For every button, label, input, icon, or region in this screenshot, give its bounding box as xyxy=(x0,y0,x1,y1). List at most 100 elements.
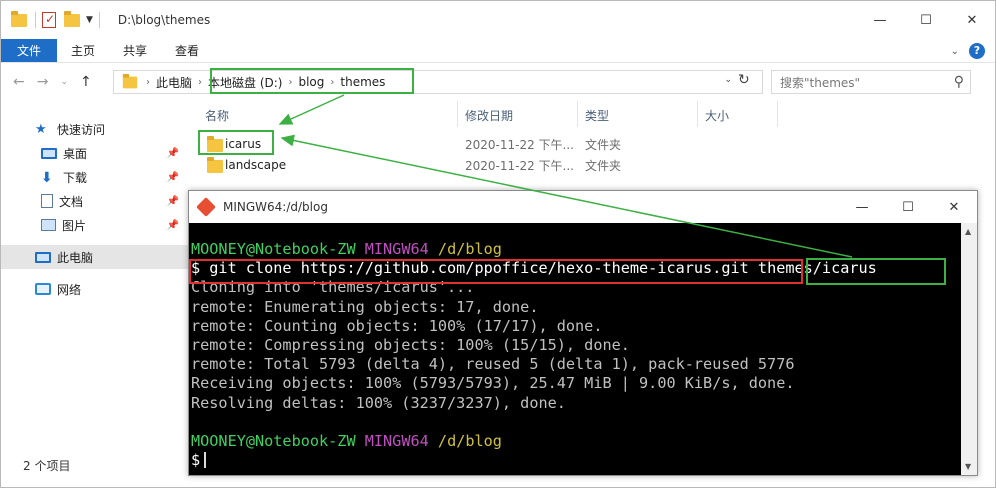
search-input[interactable]: 搜索"themes" ⚲ xyxy=(771,70,971,94)
column-divider[interactable] xyxy=(697,101,698,127)
properties-icon[interactable] xyxy=(42,12,56,28)
sidebar-item-this-pc[interactable]: 此电脑 xyxy=(1,245,191,269)
status-bar-text: 2 个项目 xyxy=(23,459,71,473)
sidebar-item-downloads[interactable]: ⬇ 下载 📌 xyxy=(1,165,191,189)
window-controls: — ☐ ✕ xyxy=(839,191,977,223)
folder-icon xyxy=(207,157,223,173)
sidebar-item-documents[interactable]: 文档 📌 xyxy=(1,189,191,213)
desktop-icon xyxy=(41,147,57,159)
prompt-env: MINGW64 xyxy=(364,432,429,451)
search-icon: ⚲ xyxy=(953,74,964,90)
sidebar-item-desktop[interactable]: 桌面 📌 xyxy=(1,141,191,165)
tab-view[interactable]: 查看 xyxy=(161,39,213,62)
column-divider[interactable] xyxy=(457,101,458,127)
column-header-date[interactable]: 修改日期 xyxy=(465,107,513,124)
ribbon-tabs: 文件 主页 共享 查看 ⌄ ? xyxy=(1,39,995,63)
star-icon: ★ xyxy=(35,122,47,137)
output-line: remote: Counting objects: 100% (17/17), … xyxy=(191,316,603,335)
annotation-box-clone-command xyxy=(189,259,803,284)
up-arrow-icon[interactable]: ↑ xyxy=(80,74,92,90)
new-folder-icon[interactable] xyxy=(64,10,80,27)
terminal-titlebar: MINGW64:/d/blog — ☐ ✕ xyxy=(189,191,977,223)
document-icon xyxy=(41,194,53,208)
column-divider[interactable] xyxy=(577,101,578,127)
pin-icon[interactable]: 📌 xyxy=(167,172,179,183)
column-divider[interactable] xyxy=(777,101,778,127)
pin-icon[interactable]: 📌 xyxy=(167,220,179,231)
file-type: 文件夹 xyxy=(585,137,622,152)
recent-locations-icon[interactable]: ⌄ xyxy=(60,77,68,87)
ribbon-right-controls: ⌄ ? xyxy=(951,43,985,59)
download-icon: ⬇ xyxy=(41,170,53,186)
sidebar-item-label: 图片 xyxy=(62,218,87,233)
terminal-title: MINGW64:/d/blog xyxy=(223,200,328,214)
breadcrumb-this-pc[interactable]: 此电脑 xyxy=(150,74,198,91)
divider xyxy=(35,12,36,28)
file-type: 文件夹 xyxy=(585,158,622,173)
prompt-env: MINGW64 xyxy=(364,240,429,258)
file-list-header: 名称 修改日期 类型 大小 xyxy=(197,99,987,129)
sidebar-item-network[interactable]: 网络 xyxy=(1,277,191,301)
output-line: Receiving objects: 100% (5793/5793), 25.… xyxy=(191,374,795,393)
annotation-box-clone-target xyxy=(806,258,946,285)
output-line: remote: Total 5793 (delta 4), reused 5 (… xyxy=(191,355,795,374)
file-name: landscape xyxy=(225,158,287,172)
annotation-box-icarus-folder xyxy=(198,130,274,155)
back-arrow-icon[interactable]: ← xyxy=(13,74,25,90)
window-title: D:\blog\themes xyxy=(117,13,211,27)
sidebar-item-label: 快速访问 xyxy=(57,122,106,137)
computer-icon xyxy=(35,251,51,263)
column-header-size[interactable]: 大小 xyxy=(705,107,729,124)
sidebar-item-label: 文档 xyxy=(59,194,84,209)
output-line: remote: Enumerating objects: 17, done. xyxy=(191,297,539,316)
minimize-button[interactable]: — xyxy=(857,1,903,39)
sidebar-item-pictures[interactable]: 图片 📌 xyxy=(1,213,191,237)
scroll-up-icon[interactable]: ▲ xyxy=(965,227,971,236)
file-date: 2020-11-22 下午... xyxy=(465,158,574,173)
prompt-user: MOONEY@Notebook-ZW xyxy=(191,432,356,451)
maximize-button[interactable]: ☐ xyxy=(885,191,931,223)
tab-file[interactable]: 文件 xyxy=(1,39,58,62)
tab-home[interactable]: 主页 xyxy=(57,39,109,62)
git-icon xyxy=(196,197,216,217)
chevron-down-icon[interactable]: ⌄ xyxy=(951,46,959,57)
pin-icon[interactable]: 📌 xyxy=(167,196,179,207)
text-cursor xyxy=(204,452,207,469)
minimize-button[interactable]: — xyxy=(839,191,885,223)
navigation-bar: ← → ⌄ ↑ › 此电脑 › 本地磁盘 (D:) › blog › theme… xyxy=(1,67,995,97)
help-icon[interactable]: ? xyxy=(969,43,985,59)
explorer-titlebar: ▼ D:\blog\themes — ☐ ✕ xyxy=(1,1,995,39)
folder-icon xyxy=(122,73,138,88)
search-placeholder: 搜索"themes" xyxy=(780,75,861,90)
window-controls: — ☐ ✕ xyxy=(857,1,995,39)
prompt-path: /d/blog xyxy=(437,240,502,258)
output-line: remote: Compressing objects: 100% (15/15… xyxy=(191,336,630,355)
close-button[interactable]: ✕ xyxy=(949,1,995,39)
prompt-user: MOONEY@Notebook-ZW xyxy=(191,240,356,258)
annotation-box-address xyxy=(210,68,414,94)
file-date: 2020-11-22 下午... xyxy=(465,137,574,152)
refresh-icon[interactable]: ↻ xyxy=(738,72,750,88)
prompt-path: /d/blog xyxy=(437,432,502,451)
tab-share[interactable]: 共享 xyxy=(109,39,161,62)
folder-icon xyxy=(11,11,29,29)
column-header-name[interactable]: 名称 xyxy=(205,107,229,124)
sidebar-item-label: 桌面 xyxy=(63,146,88,161)
divider xyxy=(98,12,100,28)
forward-arrow-icon[interactable]: → xyxy=(37,74,49,90)
network-icon xyxy=(35,283,51,295)
sidebar-item-quick-access[interactable]: ★ 快速访问 xyxy=(1,117,191,141)
terminal-scrollbar[interactable]: ▲ ▼ xyxy=(961,223,977,475)
git-bash-window: MINGW64:/d/blog — ☐ ✕ MOONEY@Notebook-ZW… xyxy=(188,190,978,476)
close-button[interactable]: ✕ xyxy=(931,191,977,223)
maximize-button[interactable]: ☐ xyxy=(903,1,949,39)
address-dropdown-icon[interactable]: ⌄ xyxy=(724,75,732,85)
pictures-icon xyxy=(41,219,56,231)
pin-icon[interactable]: 📌 xyxy=(167,148,179,159)
sidebar-item-label: 网络 xyxy=(57,282,82,297)
scroll-down-icon[interactable]: ▼ xyxy=(965,462,971,471)
sidebar-item-label: 下载 xyxy=(63,170,88,185)
customize-toolbar-icon[interactable]: ▼ xyxy=(86,15,93,25)
navigation-pane: ★ 快速访问 桌面 📌 ⬇ 下载 📌 文档 📌 图片 📌 此电脑 网络 xyxy=(1,97,191,457)
column-header-type[interactable]: 类型 xyxy=(585,107,609,124)
